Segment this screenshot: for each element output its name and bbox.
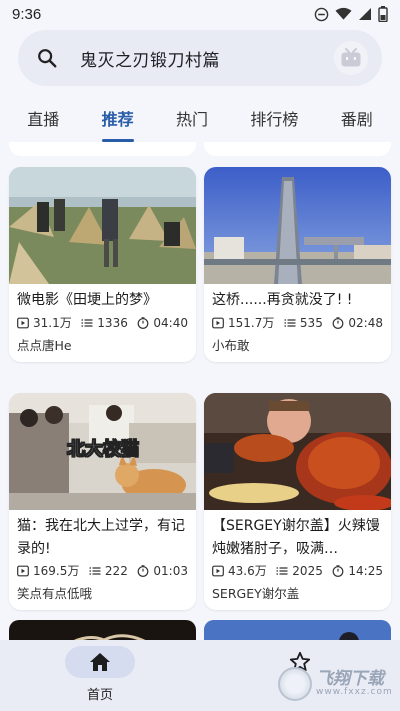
tab-ranking[interactable]: 排行榜	[242, 96, 306, 140]
play-count-icon	[212, 317, 224, 329]
nav-home-pill[interactable]	[65, 646, 135, 678]
duration-icon	[332, 316, 344, 329]
status-bar: 9:36	[0, 0, 400, 28]
card-stub-top-left[interactable]	[9, 142, 196, 156]
video-title: 这桥......再贪就没了! !	[212, 292, 353, 308]
thumbnail-caption: 北大校猫	[67, 439, 140, 461]
card-stub-bottom-left[interactable]	[9, 620, 196, 640]
tab-recommend[interactable]: 推荐	[94, 96, 142, 140]
watermark-url: www.fxxz.com	[316, 687, 393, 698]
tab-hot[interactable]: 热门	[168, 96, 216, 140]
tab-bar: 直播 推荐 热门 排行榜 番剧	[0, 94, 400, 142]
danmaku-icon	[89, 565, 101, 577]
card-stub-top-right[interactable]	[204, 142, 391, 156]
duration-icon	[137, 564, 149, 577]
play-count-icon	[17, 317, 29, 329]
video-stats: 169.5万 222 01:03	[9, 560, 196, 579]
signal-icon	[359, 8, 371, 20]
video-stats: 151.7万 535 02:48	[204, 312, 391, 331]
watermark-text: 飞翔下载	[316, 668, 384, 689]
danmaku-icon	[276, 565, 288, 577]
video-duration: 01:03	[153, 563, 188, 578]
view-count: 151.7万	[228, 316, 275, 330]
video-author[interactable]: 点点唐He	[9, 331, 196, 362]
view-count: 43.6万	[228, 564, 267, 578]
view-count: 31.1万	[33, 316, 72, 330]
video-stats: 31.1万 1336 04:40	[9, 312, 196, 331]
video-card[interactable]: 微电影《田埂上的梦》 31.1万 1336 04:40 点点唐He	[9, 167, 196, 362]
video-author[interactable]: SERGEY谢尔盖	[204, 579, 391, 610]
video-stats: 43.6万 2025 14:25	[204, 560, 391, 579]
tab-live[interactable]: 直播	[19, 96, 67, 140]
search-bar[interactable]: 鬼灭之刃锻刀村篇	[18, 30, 382, 86]
video-card[interactable]: 【SERGEY谢尔盖】火辣馒炖嫩猪肘子，吸满… 43.6万 2025 14:25…	[204, 393, 391, 610]
video-title: 微电影《田埂上的梦》	[17, 292, 157, 308]
video-thumbnail: 北大校猫	[9, 393, 196, 510]
danmaku-icon	[284, 317, 296, 329]
danmaku-count: 2025	[292, 563, 323, 578]
search-query[interactable]: 鬼灭之刃锻刀村篇	[80, 46, 220, 71]
do-not-disturb-icon	[314, 7, 329, 21]
nav-home-label: 首页	[86, 688, 113, 703]
duration-icon	[332, 564, 344, 577]
status-icons	[314, 6, 388, 22]
battery-icon	[378, 6, 388, 22]
card-stub-bottom-right[interactable]	[204, 620, 391, 640]
video-card[interactable]: 北大校猫 猫：我在北大上过学，有记录的! 169.5万 222 01:03 笑点…	[9, 393, 196, 610]
video-duration: 04:40	[153, 315, 188, 330]
video-thumbnail	[204, 393, 391, 510]
tab-anime[interactable]: 番剧	[333, 96, 381, 140]
view-count: 169.5万	[33, 564, 80, 578]
search-icon	[38, 49, 57, 68]
play-count-icon	[17, 565, 29, 577]
wifi-icon	[335, 7, 352, 20]
danmaku-count: 222	[104, 563, 128, 578]
duration-icon	[137, 316, 149, 329]
video-author[interactable]: 小布敢	[204, 331, 391, 362]
video-title: 猫：我在北大上过学，有记录的!	[17, 518, 185, 557]
video-feed[interactable]: 微电影《田埂上的梦》 31.1万 1336 04:40 点点唐He 这桥....…	[0, 142, 400, 640]
video-thumbnail	[204, 167, 391, 284]
danmaku-count: 535	[299, 315, 323, 330]
video-thumbnail	[9, 167, 196, 284]
play-count-icon	[212, 565, 224, 577]
status-time: 9:36	[12, 5, 42, 23]
video-duration: 02:48	[348, 315, 383, 330]
danmaku-icon	[81, 317, 93, 329]
video-duration: 14:25	[348, 563, 383, 578]
danmaku-count: 1336	[97, 315, 128, 330]
watermark-logo-icon	[278, 667, 312, 701]
watermark: 飞翔下载 www.fxxz.com	[278, 664, 394, 704]
video-card[interactable]: 这桥......再贪就没了! ! 151.7万 535 02:48 小布敢	[204, 167, 391, 362]
video-author[interactable]: 笑点有点低哦	[9, 579, 196, 610]
home-icon	[90, 653, 110, 671]
bilibili-tv-icon[interactable]	[334, 41, 368, 75]
nav-home[interactable]: 首页	[50, 646, 150, 703]
video-title: 【SERGEY谢尔盖】火辣馒炖嫩猪肘子，吸满…	[212, 518, 380, 557]
